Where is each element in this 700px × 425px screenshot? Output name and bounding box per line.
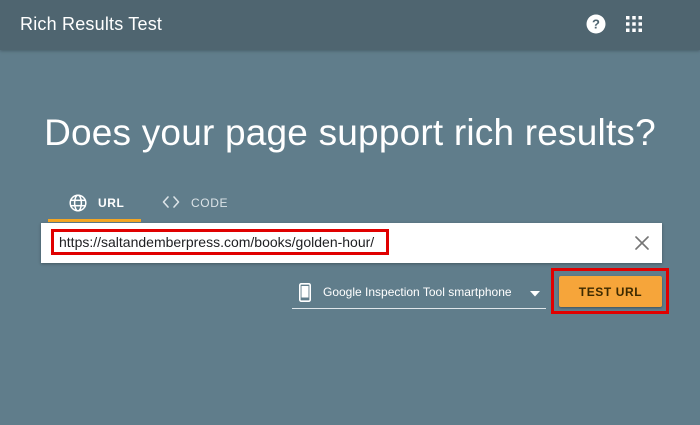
tab-url-label: URL [98, 196, 125, 210]
globe-icon [69, 194, 87, 212]
tab-active-indicator [48, 219, 141, 222]
url-input[interactable] [59, 232, 559, 252]
close-icon[interactable] [634, 235, 650, 251]
tab-code-label: CODE [191, 196, 229, 210]
device-select-value: Google Inspection Tool smartphone [323, 285, 512, 299]
svg-text:?: ? [592, 17, 600, 32]
page-headline: Does your page support rich results? [44, 112, 656, 153]
device-select[interactable]: Google Inspection Tool smartphone [292, 278, 546, 309]
tab-url[interactable]: URL [48, 186, 141, 222]
url-input-container [41, 223, 662, 263]
code-brackets-icon [162, 196, 180, 208]
tab-code[interactable]: CODE [154, 186, 244, 222]
app-title: Rich Results Test [20, 14, 163, 34]
top-app-bar: Rich Results Test ? [0, 0, 700, 50]
test-url-button[interactable]: TEST URL [559, 276, 662, 307]
help-circle-icon[interactable]: ? [586, 14, 606, 34]
smartphone-icon [299, 283, 311, 302]
apps-grid-icon[interactable] [626, 16, 642, 32]
chevron-down-icon [530, 291, 540, 297]
